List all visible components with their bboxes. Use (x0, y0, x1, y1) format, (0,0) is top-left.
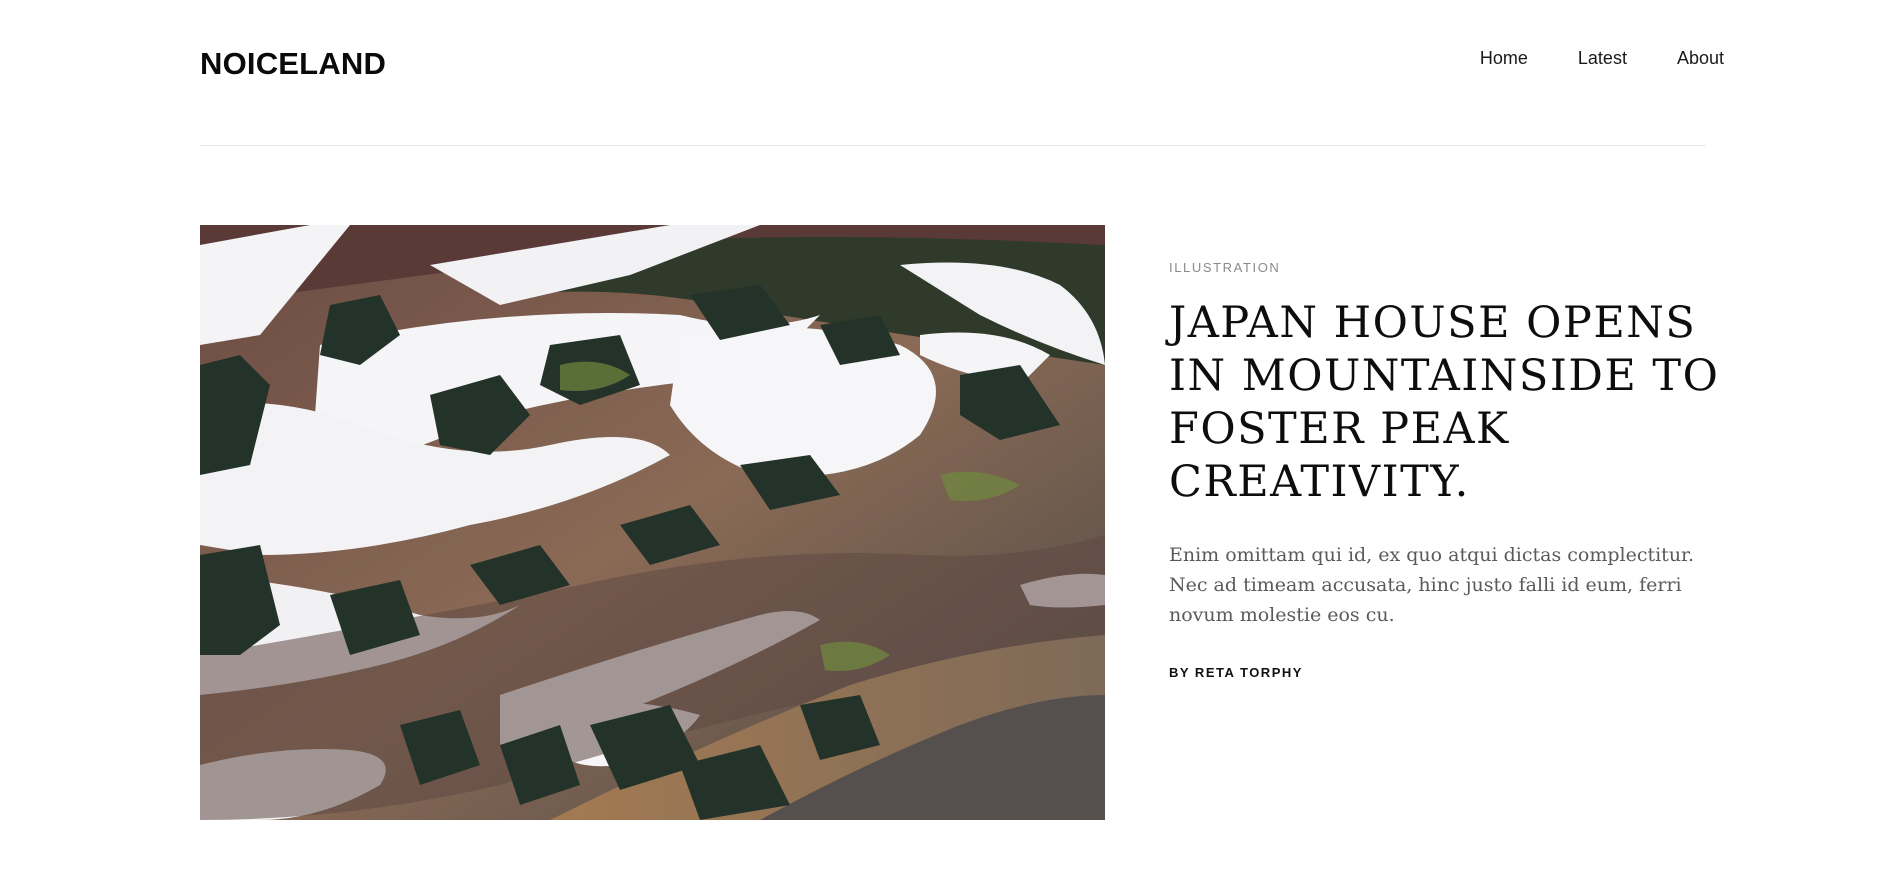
category-link[interactable]: ILLUSTRATION (1169, 260, 1280, 275)
featured-image[interactable] (200, 225, 1105, 820)
post-headline: JAPAN HOUSE OPENS IN MOUNTAINSIDE TO FOS… (1169, 298, 1720, 507)
nav-latest[interactable]: Latest (1578, 44, 1627, 72)
mountain-landscape-image (200, 225, 1105, 820)
author-byline[interactable]: BY RETA TORPHY (1169, 665, 1303, 680)
post-excerpt: Enim omittam qui id, ex quo atqui dictas… (1169, 544, 1695, 626)
nav-home[interactable]: Home (1480, 44, 1528, 72)
site-logo[interactable]: NOICELAND (200, 44, 386, 84)
site-header: NOICELAND Home Latest About (200, 0, 1724, 146)
featured-post: ILLUSTRATION JAPAN HOUSE OPENS IN MOUNTA… (200, 225, 1718, 820)
nav-about[interactable]: About (1677, 44, 1724, 72)
main-nav: Home Latest About (1430, 44, 1724, 72)
